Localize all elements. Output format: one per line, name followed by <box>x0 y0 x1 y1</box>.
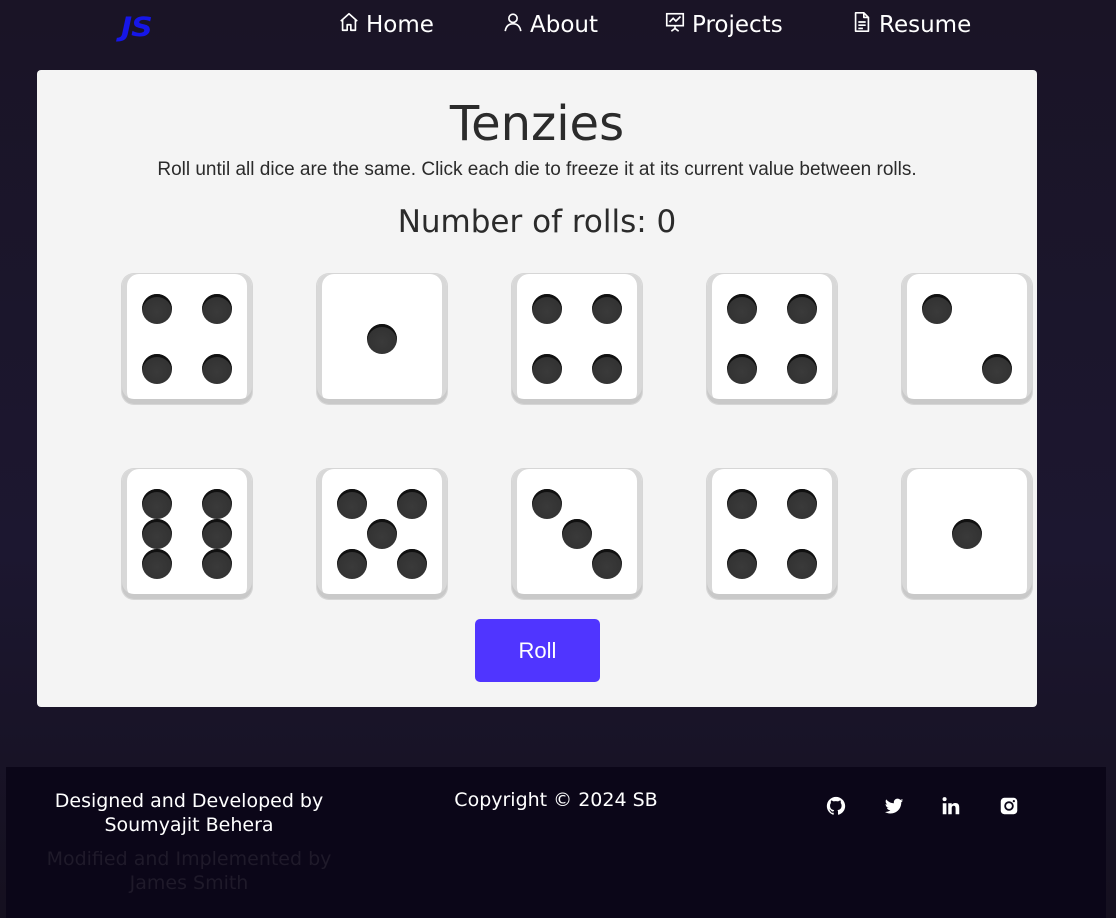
die-6[interactable] <box>122 469 252 599</box>
die-9[interactable] <box>707 469 837 599</box>
github-icon[interactable] <box>825 795 847 817</box>
die-pip <box>142 489 172 519</box>
die-pip <box>727 294 757 324</box>
designer-line1: Designed and Developed by <box>54 790 324 812</box>
die-pip <box>202 519 232 549</box>
logo[interactable]: JS <box>121 12 153 44</box>
die-pip <box>532 294 562 324</box>
die-pip <box>142 549 172 579</box>
die-pip <box>337 489 367 519</box>
instructions-text: Roll until all dice are the same. Click … <box>157 159 917 180</box>
die-pip <box>397 549 427 579</box>
die-pip <box>727 354 757 384</box>
die-pip <box>592 549 622 579</box>
die-pip <box>787 354 817 384</box>
die-10[interactable] <box>902 469 1032 599</box>
die-1[interactable] <box>122 274 252 404</box>
die-pip <box>922 294 952 324</box>
die-pip <box>787 549 817 579</box>
die-pip <box>142 294 172 324</box>
presentation-icon <box>664 11 686 39</box>
die-4[interactable] <box>707 274 837 404</box>
die-pip <box>367 519 397 549</box>
die-pip <box>367 324 397 354</box>
modifier-line2: James Smith <box>129 872 249 894</box>
twitter-icon[interactable] <box>883 795 905 817</box>
die-pip <box>952 519 982 549</box>
document-icon <box>851 11 873 39</box>
nav-about[interactable]: About <box>502 10 598 40</box>
die-5[interactable] <box>902 274 1032 404</box>
designer-credit: Designed and Developed by Soumyajit Behe… <box>6 789 372 837</box>
die-pip <box>397 489 427 519</box>
nav-projects-label: Projects <box>692 12 783 38</box>
nav-about-label: About <box>530 12 599 38</box>
nav-home-label: Home <box>366 12 434 38</box>
die-pip <box>532 489 562 519</box>
die-pip <box>787 294 817 324</box>
nav-home[interactable]: Home <box>338 10 434 40</box>
instagram-icon[interactable] <box>998 795 1020 817</box>
rolls-counter: Number of rolls: 0 <box>397 204 677 240</box>
modifier-credit: Modified and Implemented by James Smith <box>6 847 372 895</box>
nav-projects[interactable]: Projects <box>664 10 783 40</box>
page-title: Tenzies <box>449 96 625 152</box>
die-2[interactable] <box>317 274 447 404</box>
die-pip <box>142 519 172 549</box>
die-pip <box>337 549 367 579</box>
die-pip <box>202 549 232 579</box>
home-icon <box>338 11 360 39</box>
die-pip <box>532 354 562 384</box>
die-pip <box>787 489 817 519</box>
die-pip <box>202 489 232 519</box>
tenzies-card: Tenzies Roll until all dice are the same… <box>37 70 1037 707</box>
designer-line2: Soumyajit Behera <box>104 814 274 836</box>
copyright-text: Copyright © 2024 SB <box>454 789 658 811</box>
die-pip <box>727 549 757 579</box>
nav-resume-label: Resume <box>879 12 972 38</box>
die-pip <box>592 354 622 384</box>
die-7[interactable] <box>317 469 447 599</box>
linkedin-icon[interactable] <box>940 795 962 817</box>
die-pip <box>727 489 757 519</box>
footer: Designed and Developed by Soumyajit Behe… <box>6 767 1106 918</box>
user-icon <box>502 11 524 39</box>
die-pip <box>202 294 232 324</box>
die-pip <box>142 354 172 384</box>
nav-resume[interactable]: Resume <box>851 10 971 40</box>
die-8[interactable] <box>512 469 642 599</box>
die-3[interactable] <box>512 274 642 404</box>
die-pip <box>202 354 232 384</box>
roll-button[interactable]: Roll <box>475 619 600 682</box>
die-pip <box>562 519 592 549</box>
modifier-line1: Modified and Implemented by <box>46 848 332 870</box>
die-pip <box>592 294 622 324</box>
die-pip <box>982 354 1012 384</box>
